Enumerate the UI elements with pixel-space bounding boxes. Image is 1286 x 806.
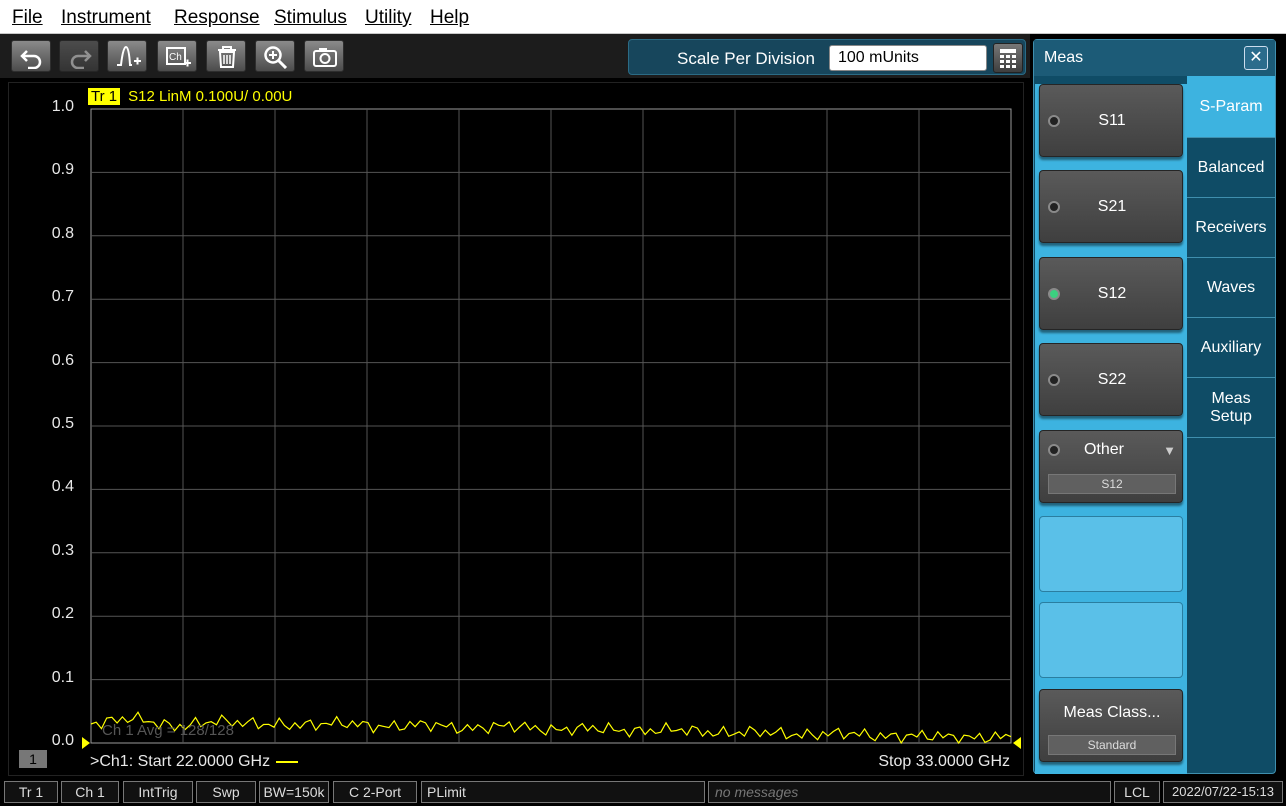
y-tick-label: 0.7: [51, 288, 74, 306]
y-tick-label: 0.8: [51, 224, 74, 242]
y-tick-label: 0.3: [51, 541, 74, 559]
meas-class-value: Standard: [1048, 735, 1176, 755]
status-message: no messages: [708, 781, 1111, 803]
y-tick-label: 0.6: [51, 351, 74, 369]
y-tick-label: 0.2: [51, 605, 74, 623]
meas-panel-title: Meas: [1044, 49, 1084, 66]
plot-area: [82, 108, 1021, 749]
meas-button-s21[interactable]: S21: [1039, 170, 1183, 243]
close-icon: ✕: [1249, 49, 1263, 66]
y-tick-label: 0.9: [51, 161, 74, 179]
status-trace[interactable]: Tr 1: [4, 781, 58, 803]
meas-panel-header: Meas ✕: [1034, 40, 1275, 76]
status-datetime: 2022/07/22-15:13: [1163, 781, 1283, 803]
y-tick-label: 0.1: [51, 668, 74, 686]
status-sweep[interactable]: Swp: [196, 781, 256, 803]
close-button[interactable]: ✕: [1244, 46, 1268, 70]
status-lcl: LCL: [1114, 781, 1160, 803]
tab-balanced[interactable]: Balanced: [1187, 138, 1275, 198]
status-trigger[interactable]: IntTrig: [123, 781, 193, 803]
meas-button-area: S11 S21 S12 S22 Other ▼ S12 Meas Class..…: [1035, 84, 1187, 774]
meas-button-s11[interactable]: S11: [1039, 84, 1183, 157]
tab-s-param[interactable]: S-Param: [1187, 76, 1275, 138]
channel-number[interactable]: 1: [19, 750, 47, 768]
empty-button-slot: [1039, 602, 1183, 678]
reference-marker-right: [1013, 737, 1021, 749]
meas-button-other[interactable]: Other ▼ S12: [1039, 430, 1183, 503]
other-selection: S12: [1048, 474, 1176, 494]
status-calibration[interactable]: C 2-Port: [333, 781, 417, 803]
meas-class-button[interactable]: Meas Class... Standard: [1039, 689, 1183, 762]
tab-meas-setup[interactable]: Meas Setup: [1187, 378, 1275, 438]
average-status: Ch 1 Avg = 128/128: [102, 722, 234, 739]
stop-frequency[interactable]: Stop 33.0000 GHz: [878, 753, 1010, 771]
dropdown-arrow-icon: ▼: [1163, 443, 1176, 458]
empty-button-slot: [1039, 516, 1183, 592]
reference-marker-left: [82, 737, 90, 749]
status-bar: Tr 1 Ch 1 IntTrig Swp BW=150k C 2-Port P…: [0, 778, 1286, 806]
status-bandwidth[interactable]: BW=150k: [259, 781, 329, 803]
meas-button-s22[interactable]: S22: [1039, 343, 1183, 416]
status-channel[interactable]: Ch 1: [61, 781, 119, 803]
start-frequency[interactable]: >Ch1: Start 22.0000 GHz: [90, 753, 299, 771]
trace-color-indicator: [276, 760, 299, 763]
y-tick-label: 1.0: [51, 98, 74, 115]
y-tick-label: 0.0: [51, 732, 74, 749]
tab-auxiliary[interactable]: Auxiliary: [1187, 318, 1275, 378]
tab-receivers[interactable]: Receivers: [1187, 198, 1275, 258]
y-tick-label: 0.4: [51, 478, 74, 496]
meas-button-s12[interactable]: S12: [1039, 257, 1183, 330]
y-tick-label: 0.5: [51, 415, 74, 432]
meas-panel: Meas ✕ S11 S21 S12 S22 Other ▼ S12 Meas …: [1033, 39, 1276, 774]
tab-waves[interactable]: Waves: [1187, 258, 1275, 318]
status-plimit[interactable]: PLimit: [421, 781, 705, 803]
